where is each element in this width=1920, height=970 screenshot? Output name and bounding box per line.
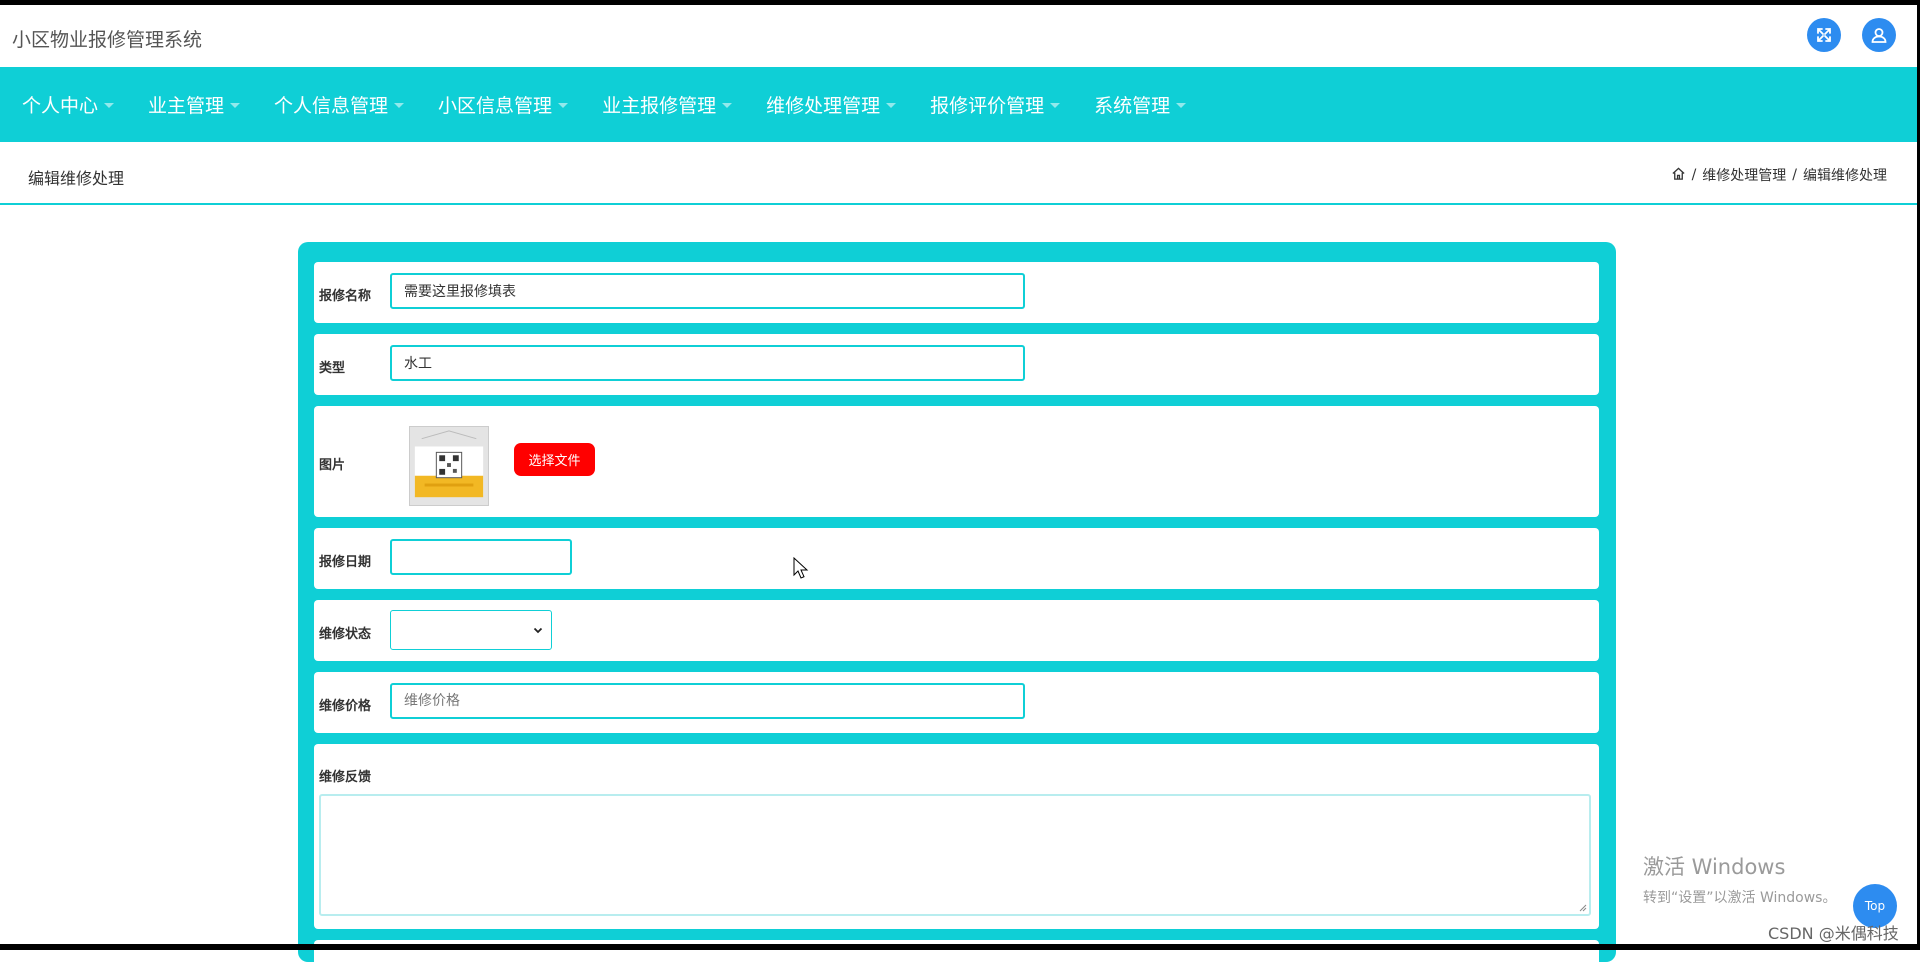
- windows-activation-watermark: 激活 Windows 转到“设置”以激活 Windows。: [1643, 855, 1837, 906]
- repair-price-input[interactable]: [390, 683, 1025, 719]
- edit-form-panel: 报修名称 类型 图片 选择文件 报修日期: [298, 242, 1616, 970]
- caret-down-icon: [558, 103, 569, 108]
- uploaded-image-thumbnail: [409, 426, 489, 506]
- repair-date-input[interactable]: [390, 539, 572, 575]
- caret-down-icon: [886, 103, 897, 108]
- repair-status-label: 维修状态: [319, 627, 372, 642]
- app-title: 小区物业报修管理系统: [12, 29, 203, 51]
- nav-item-repair-review[interactable]: 报修评价管理: [930, 91, 1061, 118]
- nav-item-owner-repair[interactable]: 业主报修管理: [602, 91, 733, 118]
- breadcrumb: / 维修处理管理 / 编辑维修处理: [1671, 165, 1887, 185]
- repair-name-label: 报修名称: [319, 289, 372, 304]
- image-label: 图片: [319, 458, 346, 473]
- nav-item-repair-handling[interactable]: 维修处理管理: [766, 91, 897, 118]
- home-icon[interactable]: [1671, 166, 1686, 185]
- caret-down-icon: [1176, 103, 1187, 108]
- chevron-down-icon: [533, 627, 543, 634]
- type-label: 类型: [319, 361, 346, 376]
- breadcrumb-item-current: 编辑维修处理: [1803, 168, 1887, 184]
- choose-file-button[interactable]: 选择文件: [514, 443, 595, 476]
- nav-item-personal-center[interactable]: 个人中心: [22, 91, 115, 118]
- csdn-watermark: CSDN @米偶科技: [1768, 924, 1899, 943]
- nav-item-owner-management[interactable]: 业主管理: [148, 91, 241, 118]
- fullscreen-icon[interactable]: [1807, 18, 1841, 52]
- caret-down-icon: [230, 103, 241, 108]
- form-row-repair-name: 报修名称: [314, 262, 1599, 323]
- form-row-repair-price: 维修价格: [314, 672, 1599, 733]
- main-nav: 个人中心 业主管理 个人信息管理 小区信息管理 业主报修管理 维修处理管理 报修…: [0, 67, 1917, 142]
- feedback-textarea[interactable]: [319, 794, 1591, 916]
- repair-price-label: 维修价格: [319, 699, 372, 714]
- user-icon[interactable]: [1862, 18, 1896, 52]
- top-header: 小区物业报修管理系统: [0, 5, 1917, 67]
- form-row-image: 图片 选择文件: [314, 406, 1599, 517]
- form-row-repair-status: 维修状态: [314, 600, 1599, 661]
- page-title: 编辑维修处理: [28, 169, 125, 188]
- breadcrumb-bar: 编辑维修处理 / 维修处理管理 / 编辑维修处理: [0, 142, 1917, 205]
- repair-status-select[interactable]: [390, 610, 552, 650]
- mouse-pointer-icon: [793, 557, 809, 579]
- caret-down-icon: [104, 103, 115, 108]
- feedback-label: 维修反馈: [319, 770, 372, 785]
- repair-date-label: 报修日期: [319, 555, 372, 570]
- nav-item-personal-info[interactable]: 个人信息管理: [274, 91, 405, 118]
- caret-down-icon: [722, 103, 733, 108]
- window-frame-bottom: [0, 944, 1920, 950]
- caret-down-icon: [1050, 103, 1061, 108]
- form-row-type: 类型: [314, 334, 1599, 395]
- resize-handle-icon[interactable]: [1577, 902, 1587, 912]
- nav-item-system[interactable]: 系统管理: [1094, 91, 1187, 118]
- form-row-feedback: 维修反馈: [314, 744, 1599, 929]
- caret-down-icon: [394, 103, 405, 108]
- repair-name-input[interactable]: [390, 273, 1025, 309]
- breadcrumb-item-repair-handling[interactable]: 维修处理管理: [1702, 165, 1786, 185]
- nav-item-community-info[interactable]: 小区信息管理: [438, 91, 569, 118]
- form-row-repair-date: 报修日期: [314, 528, 1599, 589]
- type-input[interactable]: [390, 345, 1025, 381]
